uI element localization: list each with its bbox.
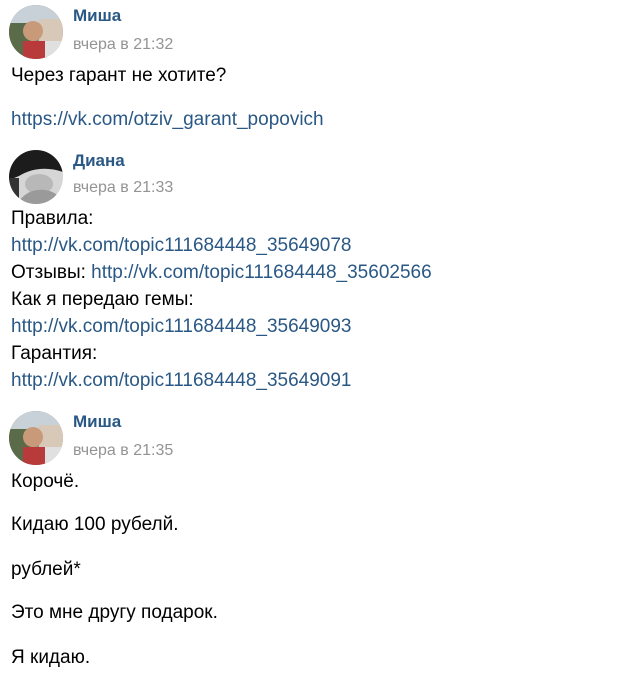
message-text: Кидаю 100 рубелй. (11, 514, 179, 535)
message-text: Корочё. (11, 471, 80, 492)
author-name[interactable]: Миша (73, 412, 121, 432)
message-link[interactable]: https://vk.com/otziv_garant_popovich (11, 109, 324, 131)
message-text: Как я передаю гемы: (11, 289, 194, 310)
author-name[interactable]: Диана (73, 151, 125, 171)
message-link[interactable]: http://vk.com/topic111684448_35649093 (11, 316, 352, 338)
message-time[interactable]: вчера в 21:32 (73, 36, 173, 54)
message-text: Это мне другу подарок. (11, 602, 218, 623)
avatar-misha[interactable] (9, 411, 63, 465)
author-name[interactable]: Миша (73, 6, 121, 26)
message-line: Отзывы: http://vk.com/topic111684448_356… (11, 262, 432, 284)
message-text: Я кидаю. (11, 647, 91, 668)
avatar-misha[interactable] (9, 5, 63, 59)
message-text: Отзывы: (11, 262, 92, 283)
message-text: рублей* (11, 559, 81, 580)
message-text: Через гарант не хотите? (11, 65, 227, 86)
message-time[interactable]: вчера в 21:33 (73, 179, 173, 197)
avatar-diana[interactable] (9, 150, 63, 204)
message-link[interactable]: http://vk.com/topic111684448_35602566 (91, 262, 432, 283)
message-text: Гарантия: (11, 343, 98, 364)
message-link[interactable]: http://vk.com/topic111684448_35649091 (11, 370, 352, 392)
message-time[interactable]: вчера в 21:35 (73, 442, 173, 460)
message-link[interactable]: http://vk.com/topic111684448_35649078 (11, 235, 352, 257)
message-text: Правила: (11, 208, 94, 229)
